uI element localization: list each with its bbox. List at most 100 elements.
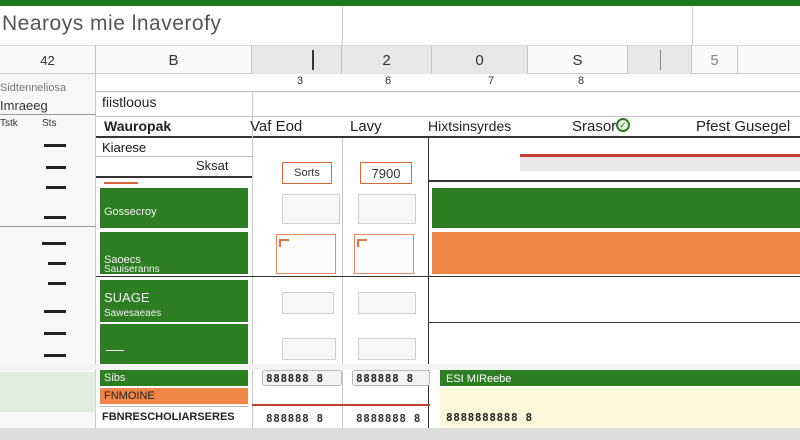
column-header-marker[interactable] (252, 46, 342, 74)
column-label: Vaf Eod (250, 118, 303, 135)
grid-line (96, 276, 428, 277)
header-underline (96, 136, 800, 138)
value-tag[interactable]: Sorts (282, 162, 332, 184)
title-bar: Nearoys mie lnaverofy (0, 6, 800, 46)
grid-line (428, 276, 800, 277)
column-label: Pfest Gusegel (696, 118, 791, 135)
row-label: Sksat (196, 158, 229, 173)
number-cell: 6 (385, 75, 392, 87)
footer-text-cell[interactable]: FBNRESCHOLIARSERES (100, 406, 248, 428)
column-header-blank[interactable] (738, 46, 800, 74)
cell-marker (106, 350, 124, 351)
number-cell: 7 (488, 75, 495, 87)
value-tag[interactable]: 7900 (360, 162, 412, 184)
column-header-5[interactable]: 5 (692, 46, 738, 74)
input-box[interactable] (358, 292, 416, 314)
sidebar-dash (42, 242, 66, 245)
column-header-row: 42 B 2 0 S 5 (0, 46, 800, 74)
footer-orange-cell[interactable]: FNMOINE (100, 388, 248, 404)
app-title: Nearoys mie lnaverofy (2, 12, 222, 35)
input-box[interactable] (358, 194, 416, 224)
column-label: Hixtsinsyrdes (428, 118, 512, 134)
input-box[interactable] (358, 338, 416, 360)
orange-tag[interactable] (276, 234, 336, 274)
green-row-cell[interactable]: Gossecroy (100, 188, 248, 228)
sidebar-highlight (0, 372, 96, 412)
status-check-icon[interactable]: ✓ (616, 118, 630, 132)
sidebar-dash (44, 332, 66, 335)
cell-label: Gossecroy (104, 206, 157, 218)
group-header: fiistloous (102, 94, 157, 110)
sidebar-dash (46, 166, 66, 169)
title-divider (342, 6, 343, 46)
footer-yellow-bar[interactable]: 8888888888 8 (440, 406, 800, 428)
sidebar-top-value: 42 (40, 52, 55, 68)
footer-bar[interactable]: ESI MIReebe (440, 370, 800, 386)
corner-cell[interactable]: 42 (0, 46, 96, 74)
input-box[interactable] (282, 292, 334, 314)
sidebar-dash (48, 282, 66, 285)
footer-green-bar[interactable]: ESI MIReebe (440, 372, 800, 386)
status-bar (0, 428, 800, 440)
digit-readout: 888888 8 (266, 412, 324, 425)
column-header-0[interactable]: 0 (432, 46, 528, 74)
sidebar-label: Imraeeg (0, 98, 48, 113)
cell-label: Sauiseranns (104, 264, 160, 275)
grid-line (96, 156, 252, 157)
sidebar-dash (48, 262, 66, 265)
sidebar-label: Sts (42, 118, 57, 129)
digit-readout: 8888888 8 (356, 412, 422, 425)
column-marker-icon (660, 50, 661, 70)
sidebar-divider (0, 226, 96, 227)
footer-yellow-bar[interactable] (440, 388, 800, 406)
sidebar-dash (44, 216, 66, 219)
sidebar-dash (44, 144, 66, 147)
footer-green-cell[interactable]: Sibs (100, 370, 248, 386)
row-label: Kiarese (102, 140, 147, 155)
cell-label: SUAGE (104, 290, 150, 305)
green-row-cell[interactable]: SUAGE Sawesaeaes (100, 280, 248, 322)
column-header-b[interactable]: B (96, 46, 252, 74)
grid-line (252, 92, 253, 428)
grid-line (96, 176, 252, 178)
cell-label: Sawesaeaes (104, 308, 162, 319)
column-label: Srasor (572, 118, 617, 135)
sidebar-dash (44, 310, 66, 313)
grid-line (428, 180, 800, 182)
input-box[interactable] (282, 338, 336, 360)
column-header-s[interactable]: S (528, 46, 628, 74)
row-marker (104, 182, 138, 184)
column-label: Lavy (350, 118, 382, 135)
sidebar: Sidtenneliosa Imraeeg Tstk Sts (0, 74, 96, 440)
title-divider (692, 6, 693, 46)
number-cell: 8 (578, 75, 585, 87)
number-cell: 3 (297, 75, 304, 87)
sidebar-dash (46, 186, 66, 189)
cell-label: Sibs (104, 372, 126, 384)
orange-tag[interactable] (354, 234, 414, 274)
cell-label: FBNRESCHOLIARSERES (102, 411, 235, 423)
digit-readout: 8888888888 8 (446, 411, 533, 424)
sidebar-label: Tstk (0, 118, 18, 129)
footer-label: ESI MIReebe (446, 373, 512, 385)
grid-line (428, 322, 800, 323)
number-row: 3 6 7 8 (0, 74, 800, 92)
orange-bar[interactable] (432, 232, 800, 274)
grid-line (96, 116, 800, 117)
digit-readout: 888888 8 (356, 372, 414, 385)
input-box[interactable] (282, 194, 340, 224)
column-header-2[interactable]: 2 (342, 46, 432, 74)
column-header-marker-2[interactable] (628, 46, 692, 74)
footer-divider (252, 404, 430, 406)
green-row-cell[interactable] (100, 324, 248, 364)
column-marker-icon (312, 50, 314, 70)
scroll-track[interactable] (520, 157, 800, 171)
green-bar[interactable] (432, 188, 800, 228)
green-row-cell[interactable]: Saoecs Sauiseranns (100, 232, 248, 275)
sidebar-label: Sidtenneliosa (0, 82, 67, 94)
cell-label: FNMOINE (104, 390, 155, 402)
column-label: Wauropak (104, 118, 172, 134)
grid-line (342, 138, 343, 428)
digit-readout: 888888 8 (266, 372, 324, 385)
sidebar-dash (44, 354, 66, 357)
